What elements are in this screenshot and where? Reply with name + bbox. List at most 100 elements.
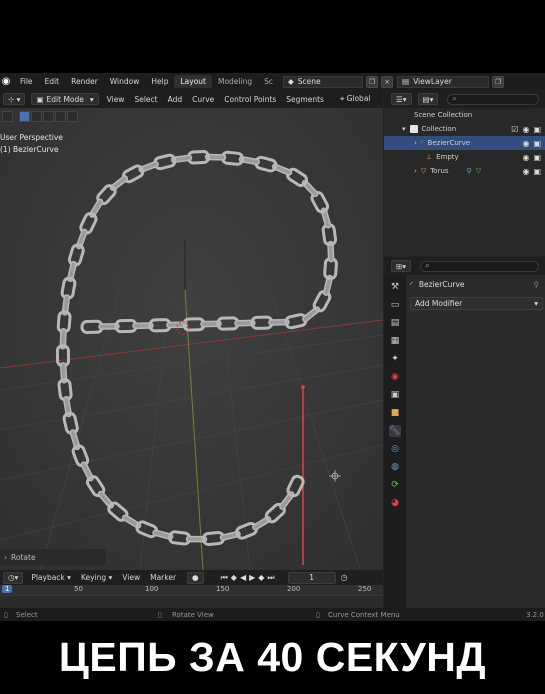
- tool-tab-icon[interactable]: ⚒: [389, 281, 401, 293]
- properties-object-name: BezierCurve: [418, 279, 465, 289]
- outliner-search-input[interactable]: ⌕: [447, 93, 539, 105]
- tick-150: 150: [216, 585, 230, 593]
- tl-menu-keying[interactable]: Keying ▾: [76, 573, 117, 582]
- outliner-row-empty[interactable]: ⊥ Empty ◉ ▣: [384, 150, 545, 164]
- viewport-header: ⊹ ▾ ▣ Edit Mode ▾ View Select Add Curve …: [0, 90, 383, 108]
- select-invert-icon[interactable]: [55, 111, 66, 122]
- menu-edit[interactable]: Edit: [39, 77, 66, 86]
- new-viewlayer-button[interactable]: ❐: [492, 75, 504, 88]
- scene-selector[interactable]: ◆ Scene: [283, 75, 363, 88]
- properties-search-input[interactable]: ⌕: [420, 260, 539, 272]
- timeline-track[interactable]: [0, 595, 383, 608]
- transform-orientation-dropdown[interactable]: ⌖ Global: [335, 94, 376, 104]
- material-tab-icon[interactable]: ◕: [389, 497, 401, 509]
- world-tab-icon[interactable]: ◉: [389, 371, 401, 383]
- jump-end-icon[interactable]: ⏭: [267, 573, 277, 582]
- eye-icon[interactable]: ◉: [522, 167, 529, 176]
- tl-menu-playback[interactable]: Playback ▾: [26, 573, 76, 582]
- blender-logo-icon[interactable]: ◉: [0, 76, 12, 88]
- eye-icon[interactable]: ◉: [522, 153, 529, 162]
- eye-icon[interactable]: ◉: [522, 139, 529, 148]
- menu-render[interactable]: Render: [65, 77, 104, 86]
- select-intersect-icon[interactable]: [67, 111, 78, 122]
- viewlayer-name: ViewLayer: [413, 77, 452, 86]
- version-label: 3.2.0: [526, 610, 544, 619]
- outliner-row-beziercurve[interactable]: › ◜ BezierCurve ◉ ▣: [384, 136, 545, 150]
- outliner-row-collection[interactable]: ▾ Collection ☑ ◉ ▣: [384, 122, 545, 136]
- camera-icon[interactable]: ▣: [533, 153, 541, 162]
- vp-menu-select[interactable]: Select: [129, 95, 162, 104]
- last-operator-panel[interactable]: › Rotate: [0, 549, 106, 565]
- vp-menu-add[interactable]: Add: [163, 95, 188, 104]
- mouse-left-icon: ▯: [4, 610, 8, 619]
- current-frame-field[interactable]: 1: [287, 571, 336, 584]
- particles-tab-icon[interactable]: ◎: [389, 443, 401, 455]
- outliner-editor-type[interactable]: ☰▾: [391, 93, 412, 105]
- timeline-ruler[interactable]: 1 50 100 150 200 250: [0, 585, 383, 595]
- vp-menu-segments[interactable]: Segments: [281, 95, 329, 104]
- menu-help[interactable]: Help: [145, 77, 174, 86]
- eye-icon[interactable]: ◉: [522, 125, 529, 134]
- camera-icon[interactable]: ▣: [533, 139, 541, 148]
- physics-tab-icon[interactable]: ◍: [389, 461, 401, 473]
- outliner-row-scene-collection[interactable]: Scene Collection: [384, 108, 545, 122]
- outliner-row-torus[interactable]: › ▽ Torus ⚲ ▽ ◉ ▣: [384, 164, 545, 178]
- render-tab-icon[interactable]: ▭: [389, 299, 401, 311]
- vp-menu-control-points[interactable]: Control Points: [219, 95, 281, 104]
- play-reverse-icon[interactable]: ◀: [240, 573, 249, 582]
- scene-icon: ◆: [288, 77, 294, 86]
- select-new-icon[interactable]: [19, 111, 30, 122]
- tl-menu-view[interactable]: View: [117, 573, 145, 582]
- new-scene-button[interactable]: ❐: [366, 75, 378, 88]
- modifier-tab-icon[interactable]: 🔧︎: [389, 425, 401, 437]
- outliner-row-label: Collection: [421, 125, 457, 133]
- properties-editor-type[interactable]: ⊞▾: [391, 260, 412, 272]
- tick-250: 250: [358, 585, 372, 593]
- prev-key-icon[interactable]: ◆: [231, 573, 240, 582]
- disclosure-icon[interactable]: ▾: [402, 125, 406, 133]
- status-select: Select: [16, 610, 38, 619]
- select-extend-icon[interactable]: [31, 111, 42, 122]
- mouse-right-icon: ▯: [316, 610, 320, 619]
- object-tab-icon[interactable]: ■: [389, 407, 401, 419]
- checkbox-icon[interactable]: ☑: [511, 125, 518, 134]
- clock-icon[interactable]: ◷: [341, 573, 348, 582]
- collection-tab-icon[interactable]: ▣: [389, 389, 401, 401]
- properties-body: ◜ BezierCurve ⚲ Add Modifier ▾: [408, 275, 545, 310]
- tool-select-icon[interactable]: [2, 111, 13, 122]
- vp-menu-curve[interactable]: Curve: [187, 95, 219, 104]
- timeline-editor-type[interactable]: ◷▾: [3, 571, 24, 584]
- camera-icon[interactable]: ▣: [533, 125, 541, 134]
- current-frame-marker[interactable]: 1: [2, 585, 13, 593]
- mode-dropdown[interactable]: ▣ Edit Mode ▾: [31, 93, 99, 105]
- status-rotate-view: Rotate View: [172, 610, 214, 619]
- scene-tab-icon[interactable]: ✦: [389, 353, 401, 365]
- menu-window[interactable]: Window: [104, 77, 146, 86]
- viewport-canvas[interactable]: [0, 90, 383, 570]
- tl-menu-marker[interactable]: Marker: [145, 573, 181, 582]
- output-tab-icon[interactable]: ▤: [389, 317, 401, 329]
- play-icon[interactable]: ▶: [249, 573, 258, 582]
- editor-type-menu[interactable]: ⊹ ▾: [3, 93, 26, 105]
- viewlayer-selector[interactable]: ▤ ViewLayer: [397, 75, 489, 88]
- select-subtract-icon[interactable]: [43, 111, 54, 122]
- constraints-tab-icon[interactable]: ⟳: [389, 479, 401, 491]
- workspace-tab-layout[interactable]: Layout: [174, 75, 212, 88]
- workspace-tab-modeling[interactable]: Modeling: [212, 75, 258, 88]
- jump-start-icon[interactable]: ⏮: [221, 573, 231, 582]
- 3d-viewport[interactable]: ⊹ ▾ ▣ Edit Mode ▾ View Select Add Curve …: [0, 90, 383, 570]
- view-layer-tab-icon[interactable]: ▦: [389, 335, 401, 347]
- add-modifier-button[interactable]: Add Modifier ▾: [410, 297, 543, 310]
- disclosure-icon[interactable]: ›: [414, 139, 417, 147]
- menu-file[interactable]: File: [14, 77, 39, 86]
- search-icon: ⌕: [425, 261, 430, 270]
- record-button[interactable]: ●: [187, 571, 204, 584]
- outliner-display-mode[interactable]: ▤▾: [417, 93, 439, 105]
- timeline: ◷▾ Playback ▾ Keying ▾ View Marker ● ⏮◆◀…: [0, 570, 383, 608]
- pin-icon[interactable]: ⚲: [534, 280, 540, 289]
- workspace-tab-sculpting[interactable]: Sc: [258, 75, 279, 88]
- vp-menu-view[interactable]: View: [102, 95, 130, 104]
- remove-scene-button[interactable]: ×: [381, 75, 393, 88]
- disclosure-icon[interactable]: ›: [414, 167, 417, 175]
- camera-icon[interactable]: ▣: [533, 167, 541, 176]
